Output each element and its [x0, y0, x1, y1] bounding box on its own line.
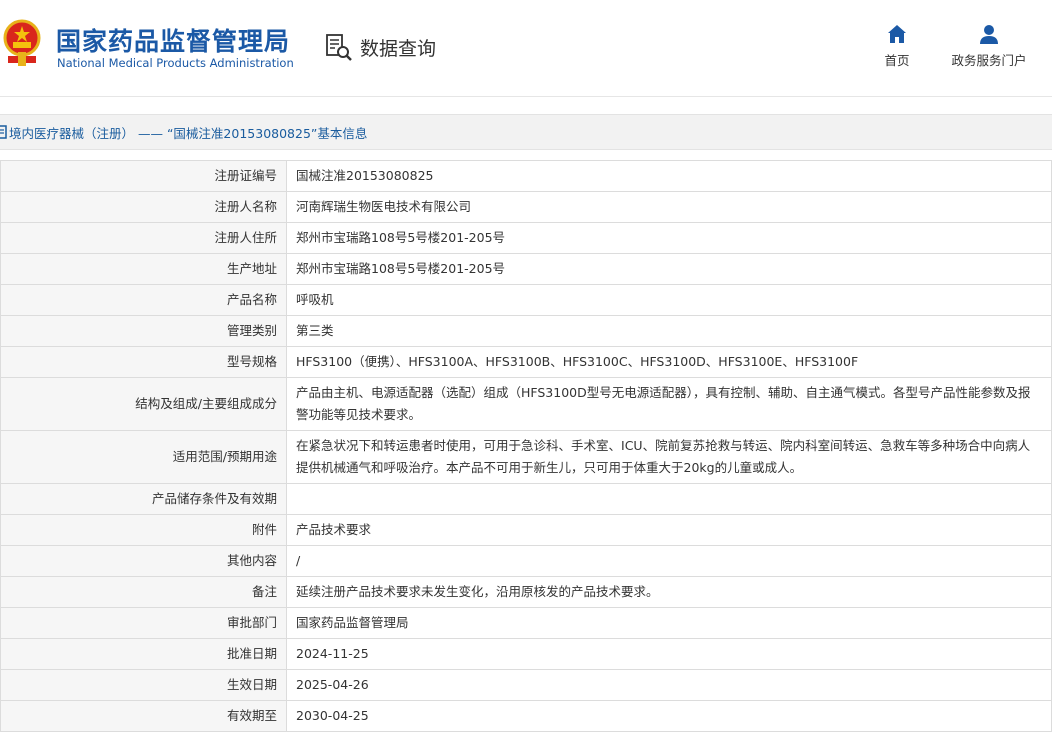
- table-row: 结构及组成/主要组成成分 产品由主机、电源适配器（选配）组成（HFS3100D型…: [0, 377, 1052, 431]
- field-label-intended-use: 适用范围/预期用途: [0, 430, 287, 484]
- table-row: 产品名称 呼吸机: [0, 284, 1052, 316]
- table-row: 有效期至 2030-04-25: [0, 700, 1052, 732]
- field-label-registrant-name: 注册人名称: [0, 191, 287, 223]
- table-row: 注册人住所 郑州市宝瑞路108号5号楼201-205号: [0, 222, 1052, 254]
- header-divider: [0, 96, 1052, 97]
- field-value-valid-until: 2030-04-25: [286, 700, 1052, 732]
- table-row: 批准日期 2024-11-25: [0, 638, 1052, 670]
- field-value-structure: 产品由主机、电源适配器（选配）组成（HFS3100D型号无电源适配器），具有控制…: [286, 377, 1052, 431]
- table-row: 适用范围/预期用途 在紧急状况下和转运患者时使用，可用于急诊科、手术室、ICU、…: [0, 430, 1052, 484]
- table-row: 管理类别 第三类: [0, 315, 1052, 347]
- field-value-remarks: 延续注册产品技术要求未发生变化，沿用原核发的产品技术要求。: [286, 576, 1052, 608]
- table-row: 注册人名称 河南辉瑞生物医电技术有限公司: [0, 191, 1052, 223]
- table-row: 其他内容 /: [0, 545, 1052, 577]
- table-row: 注册证编号 国械注准20153080825: [0, 160, 1052, 192]
- field-label-production-address: 生产地址: [0, 253, 287, 285]
- data-query-label: 数据查询: [360, 37, 437, 60]
- national-emblem-icon: [3, 19, 41, 66]
- table-row: 型号规格 HFS3100（便携）、HFS3100A、HFS3100B、HFS31…: [0, 346, 1052, 378]
- field-label-registration-number: 注册证编号: [0, 160, 287, 192]
- field-label-other: 其他内容: [0, 545, 287, 577]
- field-value-approval-date: 2024-11-25: [286, 638, 1052, 670]
- field-value-storage: [286, 483, 1052, 515]
- data-query-icon: [326, 34, 352, 61]
- field-value-registrant-address: 郑州市宝瑞路108号5号楼201-205号: [286, 222, 1052, 254]
- field-value-approval-dept: 国家药品监督管理局: [286, 607, 1052, 639]
- device-info-table: 注册证编号 国械注准20153080825 注册人名称 河南辉瑞生物医电技术有限…: [0, 160, 1052, 732]
- nav-service-portal[interactable]: 政务服务门户: [946, 24, 1032, 69]
- field-value-other: /: [286, 545, 1052, 577]
- field-label-effective-date: 生效日期: [0, 669, 287, 701]
- nav-home[interactable]: 首页: [880, 24, 914, 69]
- field-label-management-class: 管理类别: [0, 315, 287, 347]
- section-icon: [0, 125, 7, 139]
- field-label-storage: 产品储存条件及有效期: [0, 483, 287, 515]
- nav-service-label: 政务服务门户: [951, 53, 1027, 68]
- table-row: 审批部门 国家药品监督管理局: [0, 607, 1052, 639]
- field-label-structure: 结构及组成/主要组成成分: [0, 377, 287, 431]
- table-row: 产品储存条件及有效期: [0, 483, 1052, 515]
- field-value-registration-number: 国械注准20153080825: [286, 160, 1052, 192]
- field-label-remarks: 备注: [0, 576, 287, 608]
- field-value-management-class: 第三类: [286, 315, 1052, 347]
- site-header: 国家药品监督管理局 National Medical Products Admi…: [0, 0, 1052, 96]
- table-row: 备注 延续注册产品技术要求未发生变化，沿用原核发的产品技术要求。: [0, 576, 1052, 608]
- detail-title-bar: 境内医疗器械（注册） —— “国械注准20153080825”基本信息: [0, 114, 1052, 150]
- field-value-attachment: 产品技术要求: [286, 514, 1052, 546]
- field-label-registrant-address: 注册人住所: [0, 222, 287, 254]
- field-value-production-address: 郑州市宝瑞路108号5号楼201-205号: [286, 253, 1052, 285]
- field-label-approval-date: 批准日期: [0, 638, 287, 670]
- field-value-registrant-name: 河南辉瑞生物医电技术有限公司: [286, 191, 1052, 223]
- table-row: 生产地址 郑州市宝瑞路108号5号楼201-205号: [0, 253, 1052, 285]
- field-value-model-spec: HFS3100（便携）、HFS3100A、HFS3100B、HFS3100C、H…: [286, 346, 1052, 378]
- field-label-product-name: 产品名称: [0, 284, 287, 316]
- home-icon: [888, 25, 906, 43]
- table-row: 附件 产品技术要求: [0, 514, 1052, 546]
- user-icon: [980, 25, 998, 44]
- logo-title-cn[interactable]: 国家药品监督管理局: [56, 22, 290, 58]
- data-query-heading: 数据查询: [324, 32, 436, 62]
- field-label-model-spec: 型号规格: [0, 346, 287, 378]
- field-value-product-name: 呼吸机: [286, 284, 1052, 316]
- logo-title-en[interactable]: National Medical Products Administration: [57, 56, 294, 70]
- field-label-attachment: 附件: [0, 514, 287, 546]
- table-row: 生效日期 2025-04-26: [0, 669, 1052, 701]
- field-value-intended-use: 在紧急状况下和转运患者时使用，可用于急诊科、手术室、ICU、院前复苏抢救与转运、…: [286, 430, 1052, 484]
- detail-title: 境内医疗器械（注册） —— “国械注准20153080825”基本信息: [9, 125, 368, 141]
- field-label-valid-until: 有效期至: [0, 700, 287, 732]
- nav-home-label: 首页: [884, 53, 910, 68]
- field-value-effective-date: 2025-04-26: [286, 669, 1052, 701]
- field-label-approval-dept: 审批部门: [0, 607, 287, 639]
